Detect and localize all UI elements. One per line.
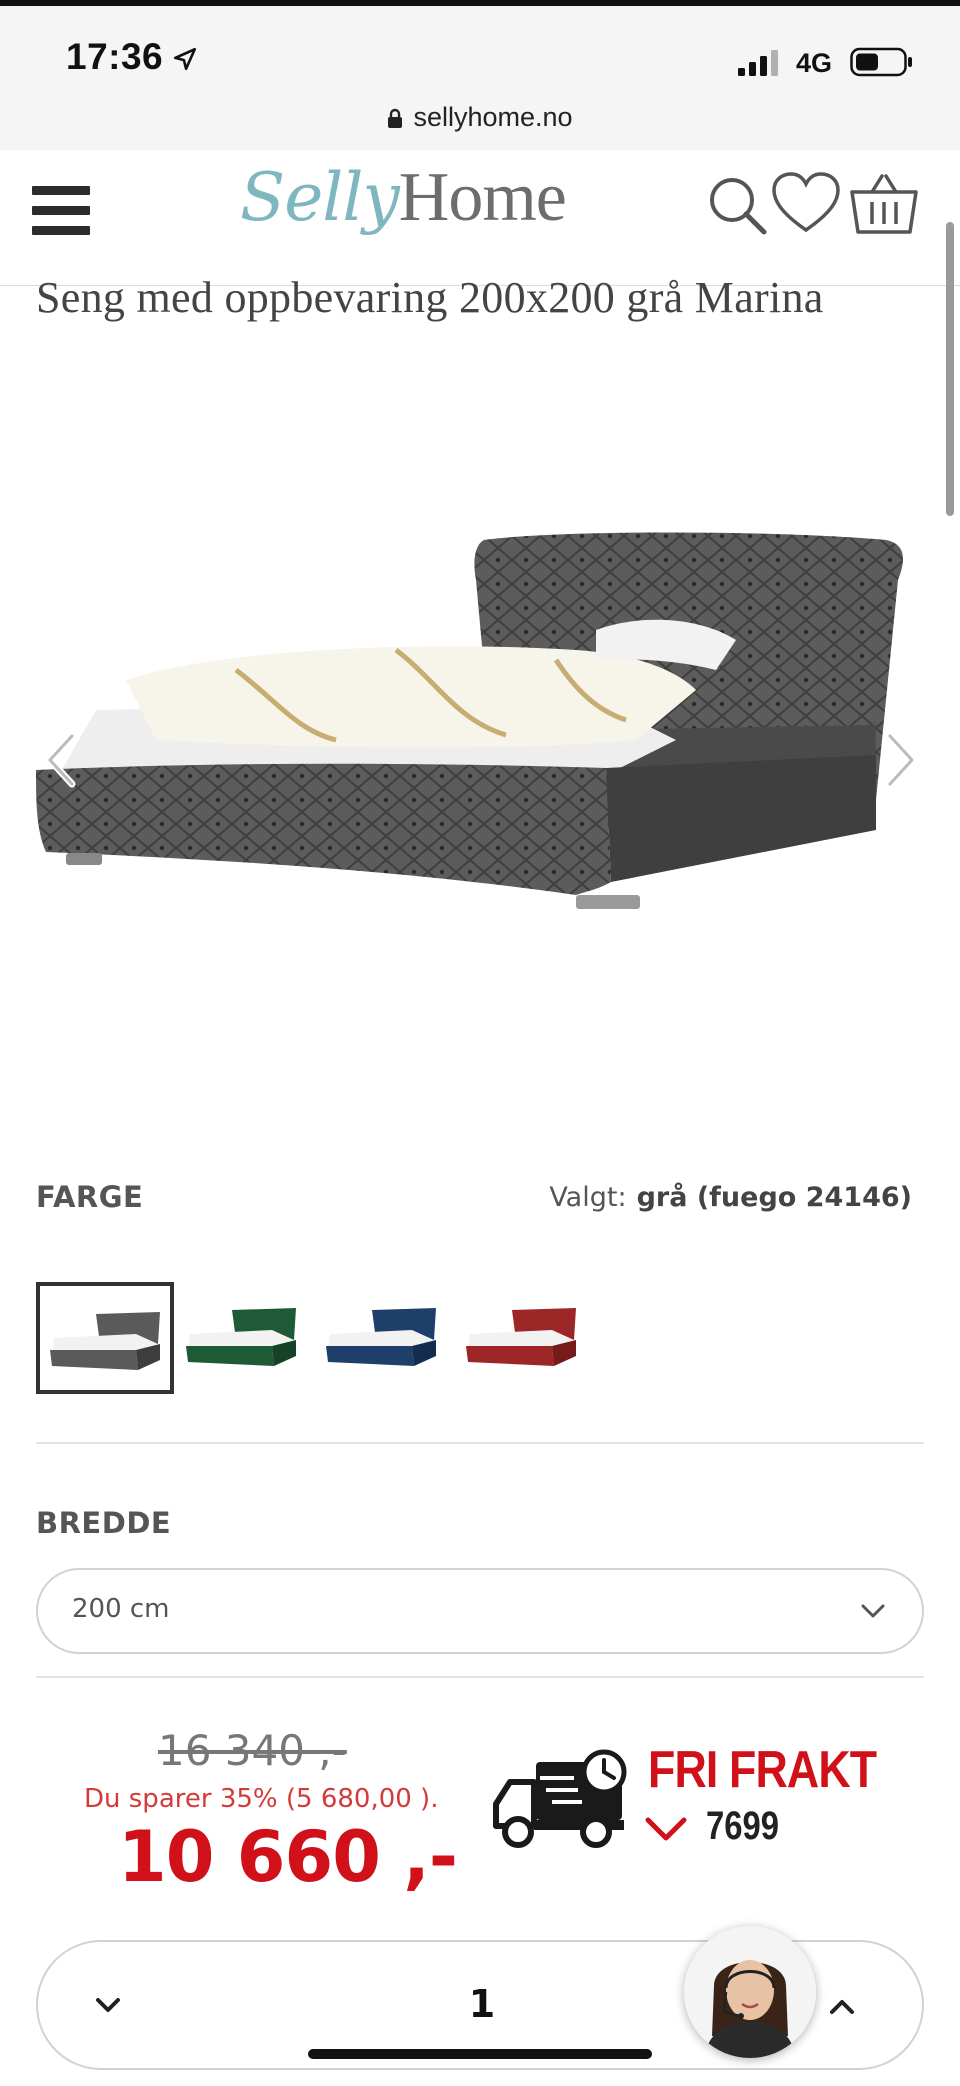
- swatch-blue[interactable]: [316, 1282, 454, 1394]
- bed-thumbnail: [186, 1308, 296, 1366]
- savings-text: Du sparer 35% (5 680,00 ).: [84, 1784, 439, 1814]
- status-bar: 17:36 4G sellyhome.no: [0, 0, 960, 156]
- product-image[interactable]: [36, 500, 926, 1000]
- home-indicator: [308, 2049, 652, 2059]
- selected-colour: Valgt: grå (fuego 24146): [549, 1182, 912, 1213]
- chevron-down-icon: [645, 1817, 687, 1841]
- search-icon[interactable]: [706, 172, 770, 236]
- chevron-right-icon[interactable]: [880, 730, 920, 790]
- old-price: 16 340 ,-: [158, 1726, 347, 1775]
- width-label: BREDDE: [36, 1506, 172, 1540]
- heart-icon[interactable]: [770, 172, 842, 236]
- address-bar[interactable]: sellyhome.no: [0, 102, 960, 133]
- divider: [36, 1442, 924, 1444]
- basket-icon[interactable]: [848, 172, 920, 236]
- location-arrow-icon: [173, 47, 197, 71]
- swatch-red[interactable]: [456, 1282, 594, 1394]
- bed-thumbnail: [466, 1308, 576, 1366]
- colour-label: FARGE: [36, 1180, 144, 1214]
- logo-script: Selly: [240, 159, 400, 236]
- chevron-left-icon[interactable]: [42, 730, 82, 790]
- width-select[interactable]: 200 cm: [36, 1568, 924, 1654]
- swatch-gray[interactable]: [36, 1282, 174, 1394]
- bed-thumbnail: [50, 1312, 160, 1370]
- url-text: sellyhome.no: [413, 102, 573, 132]
- agent-avatar-icon: [684, 1926, 816, 2058]
- lock-icon: [388, 108, 403, 128]
- chevron-down-icon: [861, 1604, 885, 1618]
- delivery-truck-icon: [493, 1749, 627, 1848]
- status-time: 17:36: [66, 36, 164, 77]
- page-scrollbar[interactable]: [946, 222, 954, 516]
- menu-icon[interactable]: [32, 186, 90, 236]
- swatch-green[interactable]: [176, 1282, 314, 1394]
- chevron-up-icon[interactable]: [818, 1982, 866, 2030]
- logo-wordmark: Home: [398, 159, 567, 236]
- selected-value: grå (fuego 24146): [636, 1182, 912, 1213]
- selected-label: Valgt:: [549, 1182, 627, 1213]
- signal-icon: [738, 50, 778, 76]
- support-chat-avatar[interactable]: [684, 1926, 816, 2058]
- battery-icon: [850, 47, 912, 77]
- bed-thumbnail: [326, 1308, 436, 1366]
- shipping-code: 7699: [706, 1804, 779, 1848]
- site-header: SellyHome: [0, 150, 960, 286]
- network-type: 4G: [796, 48, 833, 78]
- free-shipping-label: FRI FRAKT: [648, 1741, 877, 1799]
- width-select-value: 200 cm: [72, 1594, 170, 1624]
- current-price: 10 660 ,-: [118, 1816, 458, 1898]
- divider: [36, 1676, 924, 1678]
- logo[interactable]: SellyHome: [240, 158, 567, 268]
- product-title: Seng med oppbevaring 200x200 grå Marina: [36, 273, 824, 322]
